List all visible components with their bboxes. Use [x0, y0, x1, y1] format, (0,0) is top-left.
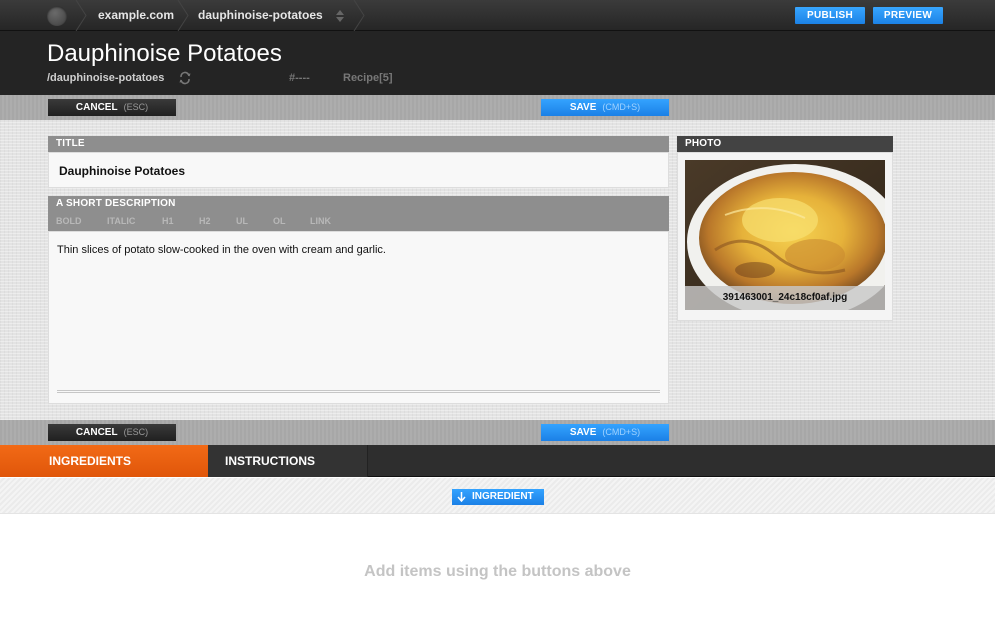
breadcrumb-page[interactable]: dauphinoise-potatoes — [198, 0, 323, 31]
add-ingredient-label: INGREDIENT — [472, 491, 534, 502]
save-button-bottom[interactable]: SAVE (CMD+S) — [541, 424, 669, 441]
title-input-value: Dauphinoise Potatoes — [59, 164, 186, 178]
description-textarea-value: Thin slices of potato slow-cooked in the… — [57, 244, 386, 256]
photo-field-label: PHOTO — [677, 136, 893, 152]
photo-thumbnail[interactable]: 391463001_24c18cf0af.jpg — [685, 160, 885, 310]
empty-list-message: Add items using the buttons above — [364, 563, 631, 580]
edit-form: TITLE Dauphinoise Potatoes A SHORT DESCR… — [0, 120, 995, 420]
textarea-resize-handle[interactable] — [57, 390, 660, 393]
formatting-toolbar: BOLD ITALIC H1 H2 UL OL LINK — [48, 212, 669, 231]
breadcrumb-separator-icon — [176, 0, 190, 31]
refresh-icon[interactable] — [178, 71, 192, 85]
breadcrumb-separator-icon — [352, 0, 366, 31]
description-field-label: A SHORT DESCRIPTION — [48, 196, 669, 212]
cancel-label: CANCEL — [75, 102, 118, 113]
breadcrumb-site[interactable]: example.com — [98, 0, 174, 31]
tab-instructions[interactable]: INSTRUCTIONS — [208, 445, 368, 477]
list-toolbar: INGREDIENT — [0, 478, 995, 514]
toolbar-bold-button[interactable]: BOLD — [56, 216, 82, 226]
save-button[interactable]: SAVE (CMD+S) — [541, 99, 669, 116]
toolbar-italic-button[interactable]: ITALIC — [107, 216, 135, 226]
photo-field[interactable]: 391463001_24c18cf0af.jpg — [677, 152, 893, 321]
toolbar-ol-button[interactable]: OL — [273, 216, 286, 226]
logo-icon[interactable] — [47, 6, 67, 26]
photo-filename: 391463001_24c18cf0af.jpg — [685, 286, 885, 310]
description-textarea[interactable]: Thin slices of potato slow-cooked in the… — [48, 231, 669, 404]
cancel-shortcut-hint: (ESC) — [123, 427, 149, 437]
title-field-label: TITLE — [48, 136, 669, 152]
action-bar-bottom: CANCEL (ESC) SAVE (CMD+S) — [0, 420, 995, 445]
tab-ingredients[interactable]: INGREDIENTS — [0, 445, 208, 477]
page-hash: #---- — [289, 72, 310, 84]
save-label: SAVE — [569, 427, 597, 438]
cancel-button-bottom[interactable]: CANCEL (ESC) — [48, 424, 176, 441]
cancel-shortcut-hint: (ESC) — [123, 102, 149, 112]
save-label: SAVE — [569, 102, 597, 113]
title-input[interactable]: Dauphinoise Potatoes — [48, 152, 669, 188]
publish-button[interactable]: PUBLISH — [795, 7, 865, 24]
breadcrumb-separator-icon — [74, 0, 88, 31]
action-bar-top: CANCEL (ESC) SAVE (CMD+S) — [0, 95, 995, 120]
content-type: Recipe[5] — [343, 72, 393, 84]
page-header: Dauphinoise Potatoes /dauphinoise-potato… — [0, 31, 995, 95]
page-slug[interactable]: /dauphinoise-potatoes — [47, 72, 164, 84]
section-tabs: INGREDIENTS INSTRUCTIONS — [0, 445, 995, 477]
top-nav-bar: example.com dauphinoise-potatoes PUBLISH… — [0, 0, 995, 31]
save-shortcut-hint: (CMD+S) — [602, 427, 641, 437]
toolbar-ul-button[interactable]: UL — [236, 216, 248, 226]
page-switcher-icon[interactable] — [335, 9, 345, 23]
save-shortcut-hint: (CMD+S) — [602, 102, 641, 112]
toolbar-h1-button[interactable]: H1 — [162, 216, 174, 226]
toolbar-link-button[interactable]: LINK — [310, 216, 331, 226]
add-ingredient-button[interactable]: INGREDIENT — [452, 489, 544, 505]
preview-button[interactable]: PREVIEW — [873, 7, 943, 24]
cancel-button[interactable]: CANCEL (ESC) — [48, 99, 176, 116]
page-title: Dauphinoise Potatoes — [47, 40, 282, 67]
arrow-down-icon — [457, 492, 466, 503]
cancel-label: CANCEL — [75, 427, 118, 438]
toolbar-h2-button[interactable]: H2 — [199, 216, 211, 226]
